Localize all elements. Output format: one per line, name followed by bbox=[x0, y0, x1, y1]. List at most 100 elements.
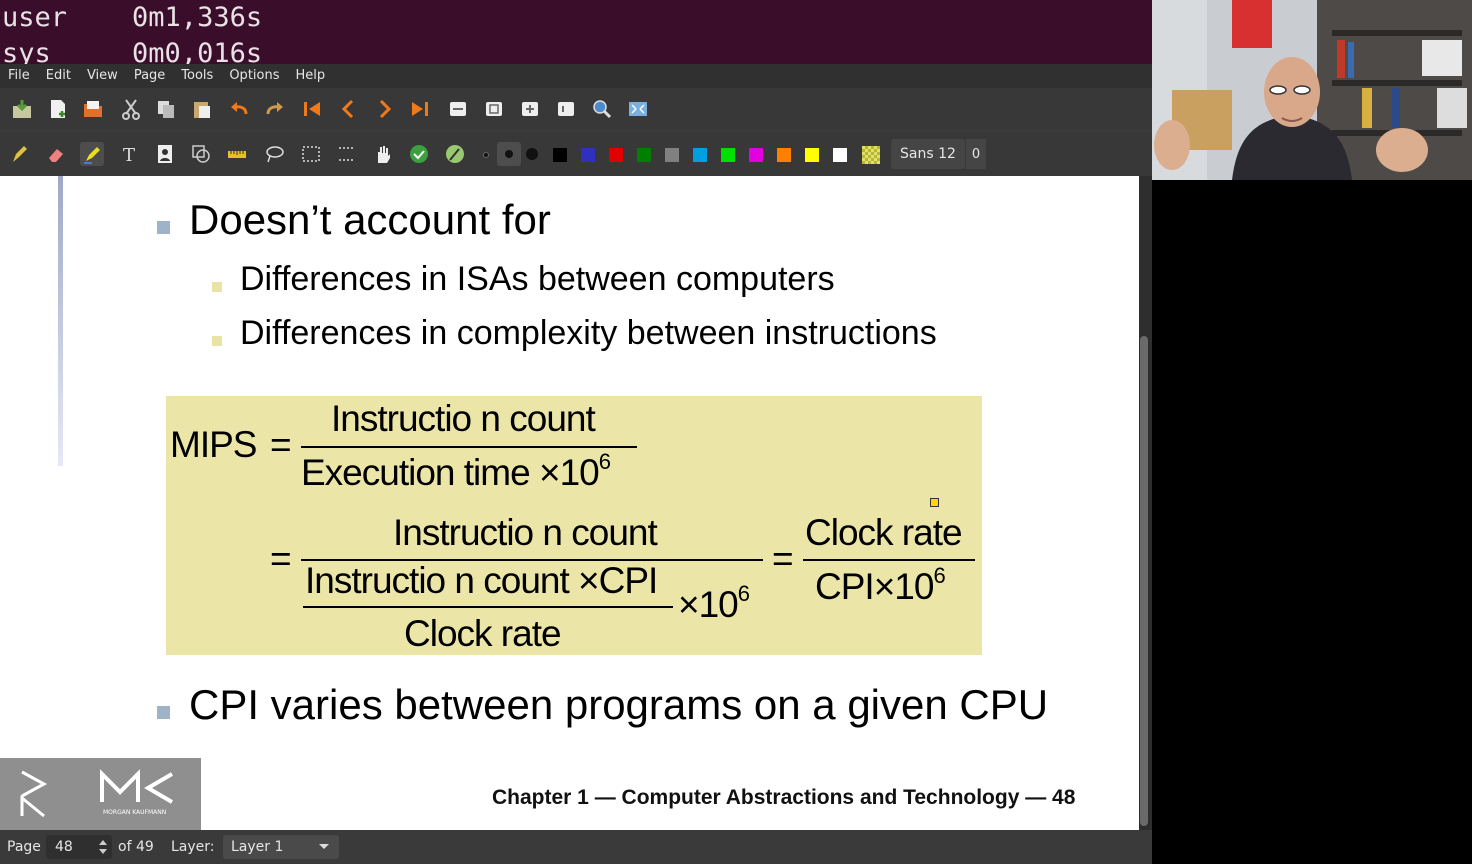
formula-den3: CPI×106 bbox=[815, 563, 946, 607]
slide-footer: Chapter 1 — Computer Abstractions and Te… bbox=[492, 786, 1076, 809]
copy-icon[interactable] bbox=[154, 97, 178, 121]
cut-icon[interactable] bbox=[119, 97, 143, 121]
slide-page[interactable]: Doesn’t account for Differences in ISAs … bbox=[0, 176, 1139, 830]
rect-select-icon[interactable] bbox=[299, 142, 323, 166]
color-swatch-blue[interactable] bbox=[581, 148, 595, 162]
bullet-marker bbox=[157, 221, 170, 234]
shape-recognizer-icon[interactable] bbox=[189, 142, 213, 166]
webcam-presenter-image bbox=[1152, 0, 1472, 180]
menu-view[interactable]: View bbox=[79, 64, 126, 88]
annotation-app: File Edit View Page Tools Options Help T bbox=[0, 64, 1152, 864]
color-swatch-orange[interactable] bbox=[777, 148, 791, 162]
terminal-line-user: user 0m1,336s bbox=[2, 2, 263, 33]
highlighter-icon[interactable] bbox=[80, 142, 104, 166]
formula-den2-top: Instructio n count ×CPI bbox=[305, 560, 658, 601]
redo-icon[interactable] bbox=[263, 97, 287, 121]
color-swatch-gray[interactable] bbox=[665, 148, 679, 162]
formula-num1: Instructio n count bbox=[331, 398, 596, 439]
undo-icon[interactable] bbox=[227, 97, 251, 121]
tools-toolbar: T Sans 12 0 bbox=[0, 132, 1152, 176]
formula-equals: = bbox=[270, 538, 292, 579]
page-number-spinner[interactable]: 48 bbox=[46, 835, 112, 859]
formula-equals: = bbox=[772, 538, 794, 579]
menu-file[interactable]: File bbox=[0, 64, 38, 88]
status-bar: Page 48 of 49 Layer: Layer 1 bbox=[0, 830, 1152, 864]
color-swatch-light-green[interactable] bbox=[721, 148, 735, 162]
terminal-window: user 0m1,336s sys 0m0,016s bbox=[0, 0, 1152, 64]
sub-bullet-isas: Differences in ISAs between computers bbox=[240, 260, 835, 298]
formula-clock-rate: Clock rate bbox=[404, 613, 562, 654]
zoom-in-icon[interactable] bbox=[518, 97, 542, 121]
color-swatch-magenta[interactable] bbox=[749, 148, 763, 162]
text-tool-icon[interactable]: T bbox=[117, 142, 141, 166]
formula-equals: = bbox=[270, 424, 292, 465]
fraction-line bbox=[301, 446, 637, 448]
fill-opacity-value[interactable]: 0 bbox=[966, 139, 986, 169]
page-canvas[interactable]: Doesn’t account for Differences in ISAs … bbox=[0, 176, 1152, 830]
custom-color-icon[interactable] bbox=[862, 146, 880, 164]
formula-num2: Instructio n count bbox=[393, 512, 658, 553]
thin-line-icon[interactable] bbox=[473, 142, 497, 166]
logo-wordmark: MORGAN KAUFMANN bbox=[103, 809, 166, 816]
zoom-icon[interactable] bbox=[590, 97, 614, 121]
menu-options[interactable]: Options bbox=[221, 64, 287, 88]
fullscreen-icon[interactable] bbox=[626, 97, 650, 121]
selection-handle[interactable] bbox=[930, 498, 939, 507]
color-swatch-red[interactable] bbox=[609, 148, 623, 162]
page-number-value[interactable]: 48 bbox=[55, 839, 73, 855]
layer-label: Layer: bbox=[171, 839, 215, 855]
menu-bar: File Edit View Page Tools Options Help bbox=[0, 64, 1152, 88]
zoom-fit-page-icon[interactable] bbox=[482, 97, 506, 121]
open-folder-icon[interactable] bbox=[81, 97, 105, 121]
chevron-down-icon bbox=[319, 844, 329, 849]
terminal-line-sys: sys 0m0,016s bbox=[2, 38, 263, 64]
first-page-icon[interactable] bbox=[300, 97, 324, 121]
eraser-icon[interactable] bbox=[44, 142, 68, 166]
vertical-space-icon[interactable] bbox=[335, 142, 359, 166]
hand-tool-icon[interactable] bbox=[371, 142, 395, 166]
zoom-fit-width-icon[interactable] bbox=[446, 97, 470, 121]
slide-left-accent bbox=[58, 176, 63, 466]
fraction-line bbox=[803, 559, 975, 561]
save-icon[interactable] bbox=[10, 97, 34, 121]
ruler-icon[interactable] bbox=[225, 142, 249, 166]
formula-times-ten: ×106 bbox=[678, 581, 750, 625]
lasso-select-icon[interactable] bbox=[263, 142, 287, 166]
spinner-arrows-icon[interactable] bbox=[98, 838, 108, 856]
webcam-video bbox=[1152, 0, 1472, 180]
previous-page-icon[interactable] bbox=[336, 97, 360, 121]
formula-num3: Clock rate bbox=[805, 512, 963, 553]
pen-settings-icon[interactable] bbox=[443, 142, 467, 166]
color-swatch-yellow[interactable] bbox=[805, 148, 819, 162]
sub-bullet-marker bbox=[212, 336, 222, 346]
menu-page[interactable]: Page bbox=[126, 64, 173, 88]
zoom-out-icon[interactable] bbox=[554, 97, 578, 121]
sub-bullet-complexity: Differences in complexity between instru… bbox=[240, 314, 937, 352]
layer-select[interactable]: Layer 1 bbox=[223, 835, 339, 859]
bullet-marker bbox=[157, 706, 170, 719]
color-swatch-white[interactable] bbox=[833, 148, 847, 162]
paste-icon[interactable] bbox=[190, 97, 214, 121]
mips-formula-box: MIPS = Instructio n count Execution time… bbox=[166, 396, 982, 655]
color-swatch-light-blue[interactable] bbox=[693, 148, 707, 162]
menu-tools[interactable]: Tools bbox=[173, 64, 221, 88]
font-button[interactable]: Sans 12 bbox=[891, 139, 965, 169]
formula-den1: Execution time ×106 bbox=[301, 449, 611, 493]
last-page-icon[interactable] bbox=[408, 97, 432, 121]
thick-line-icon[interactable] bbox=[520, 142, 544, 166]
sub-bullet-marker bbox=[212, 282, 222, 292]
color-swatch-green[interactable] bbox=[637, 148, 651, 162]
menu-edit[interactable]: Edit bbox=[38, 64, 79, 88]
vertical-scrollbar[interactable] bbox=[1140, 336, 1148, 826]
next-page-icon[interactable] bbox=[373, 97, 397, 121]
color-swatch-black[interactable] bbox=[553, 148, 567, 162]
page-count-label: of 49 bbox=[118, 839, 154, 855]
new-document-icon[interactable] bbox=[46, 97, 70, 121]
menu-help[interactable]: Help bbox=[288, 64, 334, 88]
image-tool-icon[interactable] bbox=[153, 142, 177, 166]
bullet-cpi-varies: CPI varies between programs on a given C… bbox=[189, 681, 1049, 728]
pen-icon[interactable] bbox=[8, 142, 32, 166]
mk-logo-icon: MORGAN KAUFMANN bbox=[20, 769, 174, 818]
medium-line-icon[interactable] bbox=[497, 142, 521, 166]
default-tool-icon[interactable] bbox=[407, 142, 431, 166]
